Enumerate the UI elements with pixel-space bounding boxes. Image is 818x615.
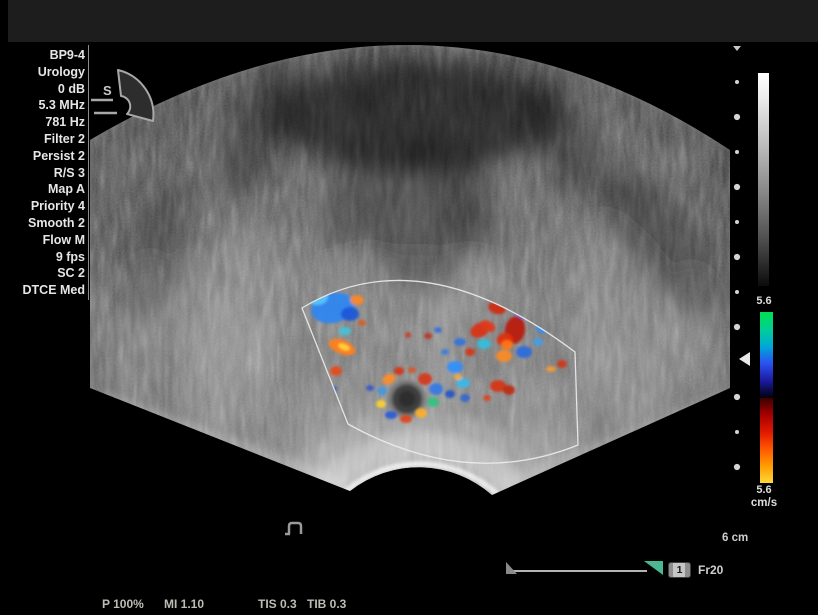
bodymark-icon xyxy=(285,523,301,534)
depth-tick xyxy=(734,394,740,400)
doppler-blob xyxy=(460,394,470,402)
doppler-blob xyxy=(501,340,513,350)
grayscale-bar xyxy=(758,73,769,286)
status-bar: P 100% MI 1.10 TIS 0.3 TIB 0.3 xyxy=(0,597,818,613)
tib-value: TIB 0.3 xyxy=(307,597,346,611)
sidebar-param: Persist 2 xyxy=(0,148,85,165)
depth-tick xyxy=(735,430,739,434)
doppler-blob xyxy=(418,373,432,385)
doppler-blob xyxy=(385,411,397,419)
orientation-marker-label: S xyxy=(103,83,112,98)
doppler-blob xyxy=(546,366,556,372)
sidebar-param: SC 2 xyxy=(0,265,85,282)
depth-tick xyxy=(735,150,739,154)
doppler-blob xyxy=(415,408,427,418)
cine-bar[interactable] xyxy=(506,561,663,575)
depth-tick-marks xyxy=(734,80,740,470)
sidebar-param: BP9-4 xyxy=(0,47,85,64)
mi-value: MI 1.10 xyxy=(164,597,204,611)
sidebar-param: Flow M xyxy=(0,232,85,249)
depth-tick xyxy=(734,184,740,190)
sidebar-separator xyxy=(88,45,89,300)
depth-tick xyxy=(734,324,740,330)
doppler-blob xyxy=(454,338,466,346)
doppler-blob xyxy=(330,366,342,376)
depth-tick xyxy=(734,254,740,260)
doppler-blob xyxy=(533,338,543,346)
doppler-blob xyxy=(358,320,366,326)
acoustic-power-value: P 100% xyxy=(102,597,144,611)
velocity-unit-label: cm/s xyxy=(747,497,781,509)
sidebar-param: 9 fps xyxy=(0,249,85,266)
depth-tick xyxy=(734,464,740,470)
sidebar-param: Filter 2 xyxy=(0,131,85,148)
doppler-blob xyxy=(377,387,387,395)
doppler-blob xyxy=(496,350,512,362)
image-number-badge: 1 xyxy=(668,562,691,578)
sidebar-param: 781 Hz xyxy=(0,114,85,131)
doppler-blob xyxy=(427,397,439,407)
sidebar-param: DTCE Med xyxy=(0,282,85,299)
doppler-blob xyxy=(454,374,462,380)
doppler-colorbar xyxy=(760,312,773,483)
depth-scale-label: 6 cm xyxy=(722,532,748,544)
doppler-blob xyxy=(429,383,443,395)
scale-top-arrow-icon xyxy=(733,46,741,51)
doppler-blob xyxy=(350,295,364,305)
sidebar-param: R/S 3 xyxy=(0,165,85,182)
image-stage xyxy=(0,0,818,615)
frame-number-label: Fr20 xyxy=(698,563,723,577)
colorbar-toward xyxy=(760,312,773,398)
doppler-blob xyxy=(400,415,412,423)
cine-start-marker-icon xyxy=(506,562,517,574)
doppler-blob xyxy=(465,348,475,356)
sidebar-param: Urology xyxy=(0,64,85,81)
tis-value: TIS 0.3 xyxy=(258,597,297,611)
doppler-blob xyxy=(441,349,449,355)
velocity-min-label: 5.6 xyxy=(751,484,777,496)
doppler-blob xyxy=(341,307,359,321)
sidebar-param: 0 dB xyxy=(0,81,85,98)
sidebar-param: 5.3 MHz xyxy=(0,97,85,114)
doppler-blob xyxy=(445,390,455,398)
doppler-blob xyxy=(408,367,416,373)
sidebar-param: Map A xyxy=(0,181,85,198)
depth-tick xyxy=(735,80,739,84)
doppler-blob xyxy=(477,339,491,349)
focus-marker-icon[interactable] xyxy=(739,352,750,366)
sidebar-param: Priority 4 xyxy=(0,198,85,215)
sidebar-params: BP9-4Urology0 dB5.3 MHz781 HzFilter 2Per… xyxy=(0,47,85,299)
bmode-fan-image xyxy=(88,42,746,615)
colorbar-away xyxy=(760,398,773,483)
doppler-blob xyxy=(483,395,491,401)
doppler-blob xyxy=(503,385,515,395)
doppler-blob xyxy=(557,360,567,368)
cine-position-marker-icon[interactable] xyxy=(644,561,663,575)
doppler-blob xyxy=(376,400,386,408)
velocity-max-label: 5.6 xyxy=(751,295,777,307)
doppler-blob xyxy=(434,327,442,333)
doppler-blob xyxy=(424,333,432,339)
doppler-blob xyxy=(405,332,411,338)
doppler-blob xyxy=(394,367,404,375)
depth-tick xyxy=(735,220,739,224)
doppler-blob xyxy=(447,361,463,373)
depth-tick xyxy=(735,290,739,294)
depth-tick xyxy=(734,114,740,120)
sidebar-param: Smooth 2 xyxy=(0,215,85,232)
doppler-blob xyxy=(339,327,351,335)
probe-orientation-icon xyxy=(91,70,153,121)
doppler-blob xyxy=(366,385,374,391)
ultrasound-screen: BP9-4Urology0 dB5.3 MHz781 HzFilter 2Per… xyxy=(0,0,818,615)
doppler-blob xyxy=(516,346,532,358)
